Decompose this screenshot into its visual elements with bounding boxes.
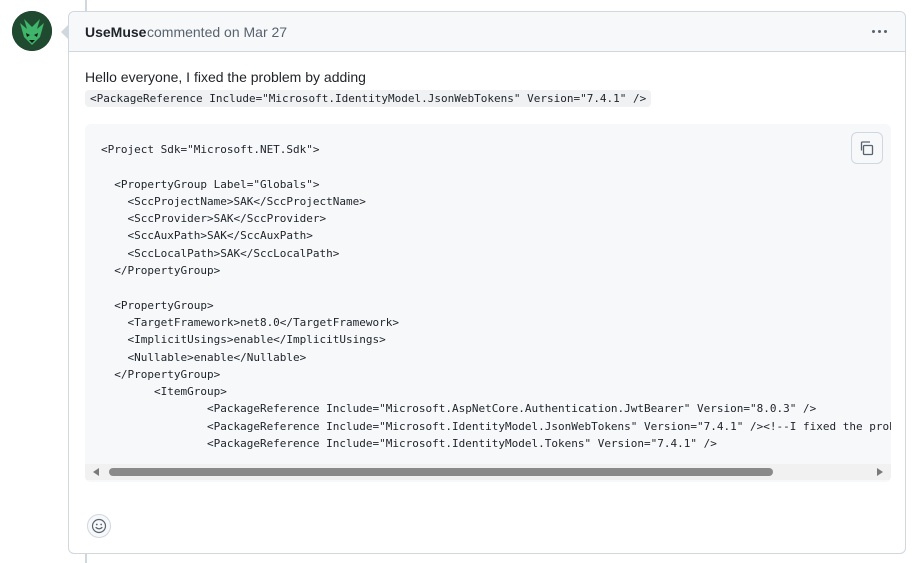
comment-body-text: Hello everyone, I fixed the problem by a…: [85, 69, 366, 85]
comment-date[interactable]: Mar 27: [244, 24, 288, 40]
scroll-left-arrow-icon[interactable]: [93, 468, 99, 476]
scroll-right-arrow-icon[interactable]: [877, 468, 883, 476]
comment-header: UseMuse commented on Mar 27: [69, 12, 905, 52]
comment-options-kebab-icon[interactable]: [867, 20, 891, 42]
comment-meta: commented on Mar 27: [147, 24, 287, 40]
code-block-content: <Project Sdk="Microsoft.NET.Sdk"> <Prope…: [101, 143, 891, 451]
comment-box: UseMuse commented on Mar 27 Hello everyo…: [68, 11, 906, 554]
add-reaction-button[interactable]: [87, 514, 111, 538]
copy-icon: [860, 141, 874, 156]
avatar[interactable]: [12, 11, 52, 51]
inline-code: <PackageReference Include="Microsoft.Ide…: [85, 90, 652, 107]
comment-author[interactable]: UseMuse: [85, 24, 146, 40]
horizontal-scrollbar[interactable]: [85, 464, 891, 480]
avatar-image: [12, 11, 52, 51]
copy-button[interactable]: [851, 132, 883, 164]
smiley-icon: [91, 518, 107, 534]
kebab-dot: [877, 29, 881, 33]
comment-action: commented on: [147, 24, 240, 40]
kebab-dot: [883, 29, 887, 33]
kebab-dot: [871, 29, 875, 33]
code-block: <Project Sdk="Microsoft.NET.Sdk"> <Prope…: [85, 124, 891, 482]
scrollbar-thumb[interactable]: [109, 468, 773, 476]
